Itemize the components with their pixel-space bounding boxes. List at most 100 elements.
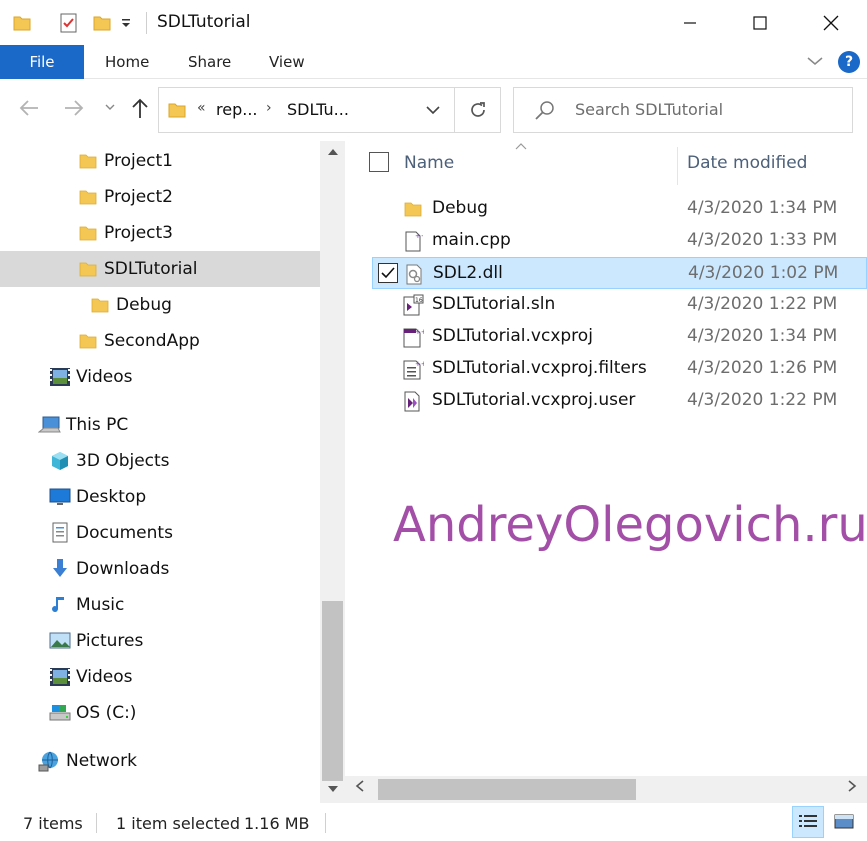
nav-item-project3[interactable]: Project3 xyxy=(0,215,320,251)
3d-objects-icon xyxy=(48,450,72,472)
row-checkbox[interactable] xyxy=(378,263,398,283)
nav-item-label: Project3 xyxy=(104,223,173,243)
nav-item-this-pc[interactable]: This PC xyxy=(0,407,320,443)
refresh-icon xyxy=(471,102,485,117)
nav-item-label: SecondApp xyxy=(104,331,200,351)
maximize-button[interactable] xyxy=(725,0,795,45)
nav-item-project2[interactable]: Project2 xyxy=(0,179,320,215)
file-row[interactable]: ++ SDLTutorial.vcxproj 4/3/2020 1:34 PM xyxy=(372,321,867,353)
minimize-button[interactable] xyxy=(655,0,725,45)
breadcrumb-segment[interactable]: rep... xyxy=(216,100,257,119)
large-icons-view-icon xyxy=(834,814,854,829)
folder-icon xyxy=(88,294,112,316)
file-row[interactable]: ++ SDLTutorial.vcxproj.filters 4/3/2020 1:… xyxy=(372,353,867,385)
navigation-scrollbar[interactable] xyxy=(320,141,345,803)
file-row[interactable]: SDL2.dll 4/3/2020 1:02 PM xyxy=(372,257,867,289)
nav-item-os-c[interactable]: OS (C:) xyxy=(0,695,320,731)
nav-item-videos[interactable]: Videos xyxy=(0,659,320,695)
address-overflow-chevron[interactable]: « xyxy=(197,100,206,116)
nav-item-desktop[interactable]: Desktop xyxy=(0,479,320,515)
tab-file[interactable]: File xyxy=(0,45,84,79)
file-date-modified: 4/3/2020 1:22 PM xyxy=(687,294,838,314)
item-count: 7 items xyxy=(23,814,83,833)
column-header-date-modified[interactable]: Date modified xyxy=(687,153,807,173)
properties-icon[interactable] xyxy=(58,12,80,34)
nav-item-downloads[interactable]: Downloads xyxy=(0,551,320,587)
nav-item-sdltutorial[interactable]: SDLTutorial xyxy=(0,251,320,287)
file-row[interactable]: 16 SDLTutorial.sln 4/3/2020 1:22 PM xyxy=(372,289,867,321)
drive-icon xyxy=(48,702,72,724)
nav-item-videos[interactable]: Videos xyxy=(0,359,320,395)
nav-item-debug[interactable]: Debug xyxy=(0,287,320,323)
scroll-thumb[interactable] xyxy=(378,779,636,800)
refresh-button[interactable] xyxy=(454,88,501,132)
customize-toolbar-caret-icon[interactable] xyxy=(120,12,132,34)
recent-locations-chevron-icon[interactable] xyxy=(104,101,116,116)
close-button[interactable] xyxy=(796,0,866,45)
file-name: SDLTutorial.vcxproj.filters xyxy=(432,358,647,378)
breadcrumb-separator[interactable]: › xyxy=(266,100,272,116)
cpp-file-icon: ++ xyxy=(402,230,424,252)
selection-size: 1.16 MB xyxy=(244,814,310,833)
back-arrow-icon[interactable] xyxy=(18,97,40,124)
file-date-modified: 4/3/2020 1:02 PM xyxy=(688,263,839,283)
nav-item-pictures[interactable]: Pictures xyxy=(0,623,320,659)
scroll-right-icon[interactable] xyxy=(847,780,857,796)
file-list: Name Date modified AndreyOlegovich.ru De… xyxy=(345,141,867,803)
nav-item-music[interactable]: Music xyxy=(0,587,320,623)
nav-item-project1[interactable]: Project1 xyxy=(0,143,320,179)
nav-item-secondapp[interactable]: SecondApp xyxy=(0,323,320,359)
tab-home[interactable]: Home xyxy=(105,45,149,79)
nav-item-label: SDLTutorial xyxy=(104,259,198,279)
breadcrumb-segment[interactable]: SDLTu... xyxy=(287,100,349,119)
nav-item-label: Videos xyxy=(76,367,133,387)
tab-share[interactable]: Share xyxy=(188,45,231,79)
music-icon xyxy=(48,594,72,616)
address-bar[interactable]: « rep... › SDLTu... xyxy=(158,87,501,133)
file-name: SDLTutorial.sln xyxy=(432,294,556,314)
nav-item-label: Project2 xyxy=(104,187,173,207)
scroll-down-icon[interactable] xyxy=(320,784,345,797)
svg-text:++: ++ xyxy=(415,232,423,240)
new-folder-icon[interactable] xyxy=(92,12,112,34)
details-view-icon xyxy=(799,815,817,827)
nav-item-label: Pictures xyxy=(76,631,144,651)
large-icons-view-button[interactable] xyxy=(828,806,860,838)
search-icon xyxy=(534,100,556,126)
tab-view[interactable]: View xyxy=(269,45,305,79)
column-divider[interactable] xyxy=(677,147,678,185)
expand-ribbon-chevron-icon[interactable] xyxy=(806,53,824,72)
column-header-name[interactable]: Name xyxy=(404,153,454,173)
folder-icon[interactable] xyxy=(12,12,32,34)
nav-item-network[interactable]: Network xyxy=(0,743,320,779)
toolbar-separator xyxy=(146,12,147,34)
scroll-left-icon[interactable] xyxy=(355,780,365,796)
status-bar: 7 items 1 item selected 1.16 MB xyxy=(0,803,867,841)
file-name: SDLTutorial.vcxproj.user xyxy=(432,390,636,410)
address-dropdown-chevron-icon[interactable] xyxy=(425,102,441,121)
help-button[interactable]: ? xyxy=(838,51,860,73)
folder-icon xyxy=(402,198,424,220)
file-row[interactable]: Debug 4/3/2020 1:34 PM xyxy=(372,193,867,225)
file-row[interactable]: SDLTutorial.vcxproj.user 4/3/2020 1:22 PM xyxy=(372,385,867,417)
file-name: SDL2.dll xyxy=(433,263,503,283)
scroll-up-icon[interactable] xyxy=(320,147,345,160)
file-row[interactable]: ++ main.cpp 4/3/2020 1:33 PM xyxy=(372,225,867,257)
nav-item-documents[interactable]: Documents xyxy=(0,515,320,551)
forward-arrow-icon[interactable] xyxy=(63,97,85,124)
title-bar: SDLTutorial xyxy=(0,0,867,45)
horizontal-scrollbar[interactable] xyxy=(345,776,867,803)
folder-icon xyxy=(76,258,100,280)
window-title: SDLTutorial xyxy=(157,12,251,32)
search-box[interactable]: Search SDLTutorial xyxy=(513,87,853,133)
select-all-checkbox[interactable] xyxy=(369,152,389,172)
search-input[interactable]: Search SDLTutorial xyxy=(575,100,723,119)
sort-ascending-icon xyxy=(515,140,527,153)
nav-item-label: Downloads xyxy=(76,559,170,579)
file-date-modified: 4/3/2020 1:33 PM xyxy=(687,230,838,250)
scroll-thumb[interactable] xyxy=(322,601,343,781)
details-view-button[interactable] xyxy=(792,806,824,838)
folder-icon xyxy=(167,100,187,124)
nav-item-3d-objects[interactable]: 3D Objects xyxy=(0,443,320,479)
up-arrow-icon[interactable] xyxy=(130,97,150,124)
